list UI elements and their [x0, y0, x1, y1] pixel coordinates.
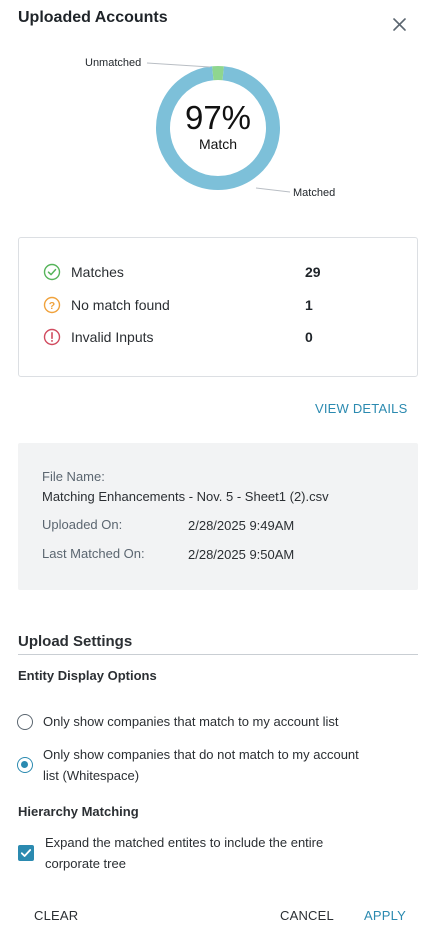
file-info-panel: File Name: Matching Enhancements - Nov. …: [18, 443, 418, 590]
option-match-only-label[interactable]: Only show companies that match to my acc…: [43, 711, 339, 732]
stat-row-no-match: ? No match found 1: [43, 295, 403, 317]
uploaded-on-value: 2/28/2025 9:49AM: [188, 518, 295, 533]
radio-whitespace[interactable]: [17, 757, 33, 773]
stat-label: Matches: [71, 264, 124, 280]
stat-label: No match found: [71, 297, 170, 313]
cancel-button[interactable]: CANCEL: [280, 908, 334, 923]
checkmark-icon: [20, 849, 32, 857]
slice-label-matched: Matched: [293, 187, 335, 199]
match-stats-card: Matches 29 ? No match found 1 Invalid In…: [18, 237, 418, 377]
option-whitespace-line1: Only show companies that do not match to…: [43, 747, 359, 762]
close-icon[interactable]: [389, 14, 411, 36]
last-matched-value: 2/28/2025 9:50AM: [188, 547, 295, 562]
slice-label-unmatched: Unmatched: [85, 57, 141, 69]
svg-text:?: ?: [49, 300, 55, 312]
hierarchy-matching-title: Hierarchy Matching: [18, 804, 139, 819]
section-divider: [18, 654, 418, 655]
expand-tree-checkbox[interactable]: [18, 845, 34, 861]
view-details-link[interactable]: VIEW DETAILS: [315, 401, 407, 416]
stat-row-invalid: Invalid Inputs 0: [43, 327, 403, 349]
stat-value: 0: [305, 329, 313, 345]
check-circle-icon: [43, 263, 61, 281]
apply-button[interactable]: APPLY: [364, 908, 406, 923]
clear-button[interactable]: CLEAR: [34, 908, 78, 923]
file-name-label: File Name:: [42, 469, 105, 484]
expand-tree-line2: corporate tree: [45, 856, 126, 871]
radio-match-only[interactable]: [17, 714, 33, 730]
stat-value: 1: [305, 297, 313, 313]
leader-line-unmatched: [146, 62, 211, 68]
option-whitespace-line2: list (Whitespace): [43, 768, 140, 783]
stat-row-matches: Matches 29: [43, 262, 403, 284]
stat-value: 29: [305, 264, 321, 280]
expand-tree-line1: Expand the matched entites to include th…: [45, 835, 324, 850]
question-circle-icon: ?: [43, 296, 61, 314]
stat-label: Invalid Inputs: [71, 329, 154, 345]
panel-title: Uploaded Accounts: [18, 9, 168, 26]
entity-display-title: Entity Display Options: [18, 668, 157, 683]
alert-circle-icon: [43, 328, 61, 346]
file-name-value: Matching Enhancements - Nov. 5 - Sheet1 …: [42, 489, 329, 504]
expand-tree-label[interactable]: Expand the matched entites to include th…: [45, 832, 323, 874]
uploaded-on-label: Uploaded On:: [42, 517, 123, 532]
donut-center: 97% Match: [168, 99, 268, 153]
match-percent: 97%: [184, 99, 252, 136]
upload-settings-title: Upload Settings: [18, 633, 133, 650]
match-percent-label: Match: [198, 136, 238, 152]
leader-line-matched: [255, 187, 291, 193]
last-matched-label: Last Matched On:: [42, 546, 145, 561]
option-whitespace-label[interactable]: Only show companies that do not match to…: [43, 744, 359, 786]
